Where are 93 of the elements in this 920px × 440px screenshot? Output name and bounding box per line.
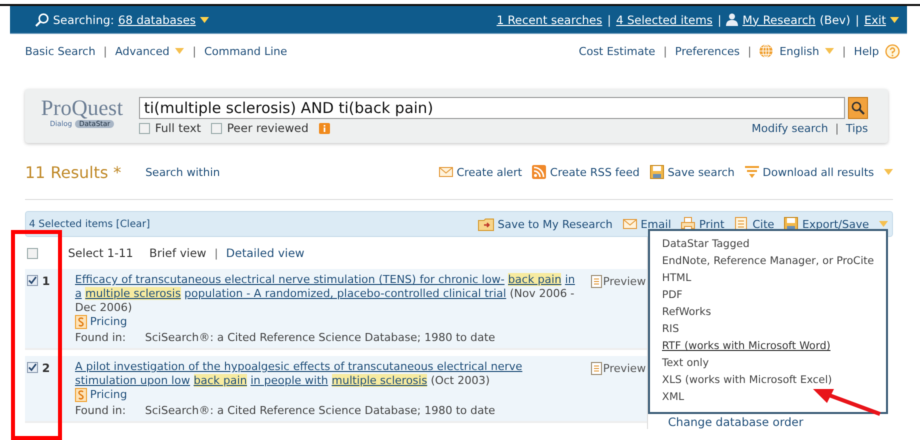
action-link[interactable]: Cite: [752, 218, 774, 230]
found-in-label: Found in:: [75, 404, 127, 418]
view-link[interactable]: Brief view: [149, 246, 206, 260]
user-icon: [726, 13, 738, 26]
separator: |: [214, 246, 218, 260]
result-title-link[interactable]: A pilot investigation of the hypoalgesic effects of transcutaneous electrical nerve stimulation upon low back pain in people with multiple sclerosis (Oct 2003): [75, 360, 585, 388]
dollar-icon: [75, 315, 87, 329]
caret-icon: [825, 48, 834, 54]
menu-item[interactable]: RefWorks: [662, 304, 876, 321]
menu-item[interactable]: RTF (works with Microsoft Word): [662, 338, 876, 355]
action-link[interactable]: Create RSS feed: [550, 166, 640, 178]
action-link[interactable]: Download all results: [762, 166, 874, 178]
nav-link[interactable]: Basic Search: [25, 44, 96, 58]
menu-item[interactable]: RIS: [662, 321, 876, 338]
caret-icon: [890, 16, 899, 22]
side-link[interactable]: Change database order: [668, 415, 804, 430]
results-count: 11 Results *: [25, 162, 122, 182]
logo-text: ProQuest: [41, 97, 123, 119]
result-title-link[interactable]: Efficacy of transcutaneous electrical nerve stimulation (TENS) for chronic low- back pain in a multiple sclerosis population - A randomized, placebo-controlled clinical trial (Nov 2006 - Dec 2006): [75, 273, 585, 315]
checkbox[interactable]: [27, 362, 38, 374]
database-name: SciSearch®: a Cited Reference Science Database; 1980 to date: [145, 331, 496, 344]
nav-link[interactable]: Cost Estimate: [578, 44, 656, 58]
separator: |: [835, 122, 839, 134]
menu-item[interactable]: XLS (works with Microsoft Excel): [662, 372, 876, 389]
search-link[interactable]: Modify search: [752, 122, 828, 134]
download-icon: [744, 165, 759, 179]
checkbox[interactable]: [27, 248, 38, 258]
language-menu[interactable]: English: [779, 44, 820, 58]
preview-link[interactable]: Preview: [603, 362, 646, 376]
found-in-label: Found in:: [75, 331, 127, 344]
checkbox[interactable]: [211, 122, 222, 134]
menu-item[interactable]: HTML: [662, 270, 876, 287]
action-link[interactable]: Save search: [668, 166, 735, 178]
rss-icon: [532, 165, 546, 179]
pricing-link[interactable]: Pricing: [90, 315, 128, 329]
info-icon: [318, 122, 330, 134]
separator: |: [607, 12, 612, 26]
my-research-link[interactable]: My Research: [742, 12, 816, 26]
nav-link[interactable]: Advanced: [115, 44, 170, 58]
selected-items-link[interactable]: 4 Selected items [Clear]: [29, 218, 150, 230]
pricing-link[interactable]: Pricing: [90, 388, 128, 402]
mail-icon: [622, 217, 637, 231]
search-icon: [35, 12, 49, 26]
separator: |: [718, 12, 722, 26]
menu-item[interactable]: Text only: [662, 355, 876, 372]
separator: |: [103, 44, 108, 58]
databases-link[interactable]: 68 databases: [118, 12, 196, 26]
nav-link[interactable]: Help: [854, 44, 879, 58]
nav-link[interactable]: Preferences: [675, 44, 740, 58]
search-link[interactable]: Tips: [846, 122, 868, 134]
separator: |: [663, 44, 668, 58]
folder-icon: [478, 217, 494, 231]
help-icon: [885, 44, 900, 58]
menu-item[interactable]: EndNote, Reference Manager, or ProCite: [662, 253, 876, 270]
search-field[interactable]: ti(multiple sclerosis) AND ti(back pain): [139, 97, 845, 119]
action-link[interactable]: Print: [699, 218, 724, 230]
separator: |: [855, 12, 860, 26]
action-link[interactable]: Create alert: [456, 166, 522, 178]
mail-icon: [438, 165, 453, 179]
checkbox-label: Full text: [155, 121, 202, 135]
menu-item[interactable]: PDF: [662, 287, 876, 304]
searching-label: Searching:: [53, 12, 114, 26]
checkbox[interactable]: [139, 122, 150, 134]
caret-icon: [200, 16, 209, 22]
separator: |: [748, 44, 752, 58]
checkbox[interactable]: [27, 275, 38, 286]
view-link[interactable]: Detailed view: [226, 246, 304, 260]
menu-item[interactable]: XML: [662, 389, 876, 406]
exit-link[interactable]: Exit: [864, 12, 886, 26]
preview-link[interactable]: Preview: [603, 275, 646, 288]
document-icon: [591, 275, 602, 288]
action-link[interactable]: Save to My Research: [498, 218, 613, 230]
user-name: (Bev): [820, 12, 850, 26]
search-within-link[interactable]: Search within: [145, 166, 220, 178]
checkbox-label: Select 1-11: [68, 246, 134, 260]
action-link[interactable]: Email: [640, 218, 672, 230]
result-number: 2: [42, 362, 50, 374]
action-link[interactable]: Export/Save: [802, 218, 869, 230]
globe-icon: [759, 44, 774, 58]
separator: |: [842, 44, 846, 58]
separator: |: [192, 44, 196, 58]
search-button[interactable]: [848, 97, 868, 119]
caret-icon: [175, 48, 184, 54]
dollar-icon: [75, 388, 87, 402]
menu-item[interactable]: DataStar Tagged: [662, 236, 876, 253]
document-icon: [591, 362, 602, 376]
database-name: SciSearch®: a Cited Reference Science Database; 1980 to date: [145, 404, 496, 418]
selected-items-link[interactable]: 4 Selected items: [616, 12, 713, 26]
checkbox-label: Peer reviewed: [227, 121, 308, 135]
result-number: 1: [42, 275, 50, 287]
document-icon: [734, 217, 748, 231]
recent-searches-link[interactable]: 1 Recent searches: [496, 12, 602, 26]
nav-link[interactable]: Command Line: [204, 44, 288, 58]
